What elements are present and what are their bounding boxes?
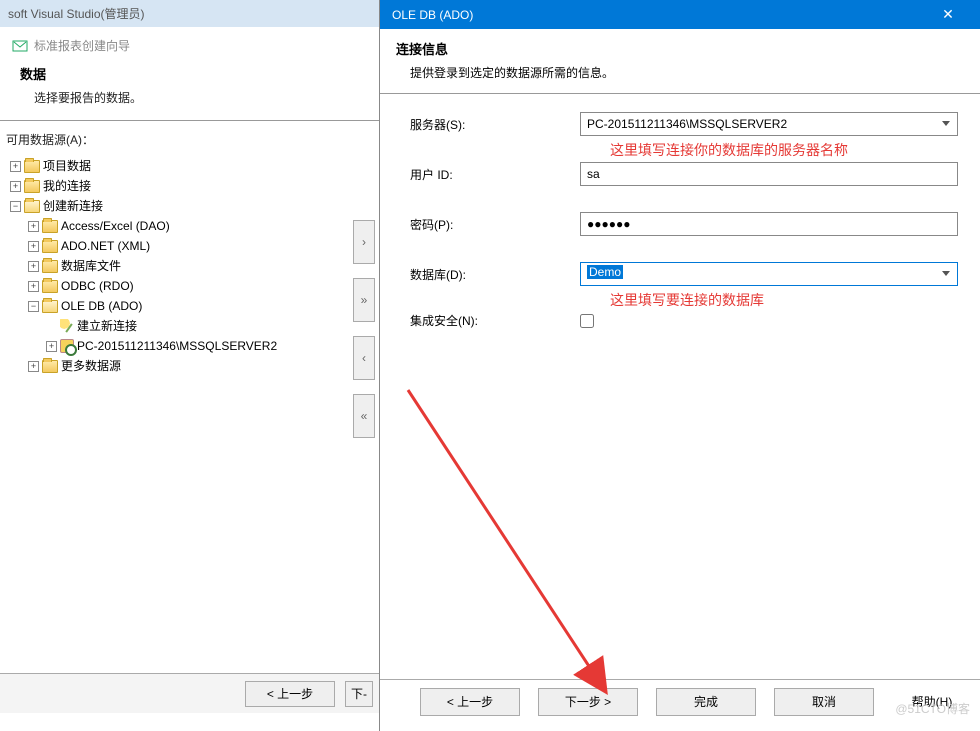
tree-label-text: 数据库文件: [61, 256, 121, 276]
vs-titlebar: soft Visual Studio(管理员): [0, 0, 379, 27]
tree-label-text: PC-201511211346\MSSQLSERVER2: [77, 336, 277, 356]
collapse-icon[interactable]: −: [10, 201, 21, 212]
collapse-icon[interactable]: −: [28, 301, 39, 312]
tree-node-dbfile[interactable]: + 数据库文件: [28, 256, 375, 276]
folder-icon: [42, 240, 58, 253]
tree-label-text: OLE DB (ADO): [61, 296, 142, 316]
tree-node-odbc[interactable]: + ODBC (RDO): [28, 276, 375, 296]
folder-icon: [42, 280, 58, 293]
wand-icon: [60, 319, 74, 333]
dialog-title: OLE DB (ADO): [392, 8, 473, 22]
folder-open-icon: [24, 200, 40, 213]
move-all-left-button[interactable]: «: [353, 394, 375, 438]
tree-label: 可用数据源(A)：: [0, 121, 379, 154]
label-integrated: 集成安全(N):: [410, 312, 580, 329]
hint-database: 这里填写要连接的数据库: [610, 290, 764, 310]
database-combo[interactable]: Demo: [580, 262, 958, 286]
tree-label-text: 创建新连接: [43, 196, 103, 216]
dialog-titlebar[interactable]: OLE DB (ADO) ✕: [380, 0, 980, 29]
tree-label-text: ADO.NET (XML): [61, 236, 150, 256]
folder-icon: [24, 160, 40, 173]
expand-icon[interactable]: +: [28, 281, 39, 292]
connection-form: 服务器(S): 这里填写连接你的数据库的服务器名称 用户 ID: 密码(P): …: [380, 94, 980, 329]
tree-node-adonet[interactable]: + ADO.NET (XML): [28, 236, 375, 256]
dlg-finish-button[interactable]: 完成: [656, 688, 756, 716]
tree-label-text: 我的连接: [43, 176, 91, 196]
prev-button[interactable]: < 上一步: [245, 681, 335, 707]
tree-label-text: Access/Excel (DAO): [61, 216, 170, 236]
folder-icon: [42, 360, 58, 373]
label-password: 密码(P):: [410, 216, 580, 233]
wizard-header: 标准报表创建向导: [0, 27, 379, 58]
expand-icon[interactable]: +: [28, 221, 39, 232]
user-input[interactable]: [580, 162, 958, 186]
tree-node-newlink[interactable]: 建立新连接: [46, 316, 375, 336]
folder-icon: [42, 260, 58, 273]
tree-label-text: 项目数据: [43, 156, 91, 176]
tree-node-server[interactable]: + PC-201511211346\MSSQLSERVER2: [46, 336, 375, 356]
tree-node-oledb[interactable]: − OLE DB (ADO): [28, 296, 375, 316]
dialog-heading: 连接信息: [396, 39, 964, 58]
tree-label-text: 更多数据源: [61, 356, 121, 376]
tree-node-myconn[interactable]: + 我的连接: [10, 176, 375, 196]
expand-icon[interactable]: +: [28, 361, 39, 372]
tree-node-newconn[interactable]: − 创建新连接: [10, 196, 375, 216]
wizard-subheader: 数据 选择要报告的数据。: [0, 58, 379, 108]
server-combo[interactable]: [580, 112, 958, 136]
tree-label-text: 建立新连接: [77, 316, 137, 336]
row-user: 用户 ID:: [410, 162, 958, 186]
oledb-dialog: OLE DB (ADO) ✕ 连接信息 提供登录到选定的数据源所需的信息。 服务…: [380, 0, 980, 731]
move-all-right-button[interactable]: »: [353, 278, 375, 322]
expand-icon[interactable]: +: [10, 161, 21, 172]
next-button-partial[interactable]: 下-: [345, 681, 373, 707]
wizard-desc: 选择要报告的数据。: [34, 89, 359, 106]
tree-node-project[interactable]: + 项目数据: [10, 156, 375, 176]
server-icon: [60, 339, 74, 353]
tree-node-access[interactable]: + Access/Excel (DAO): [28, 216, 375, 236]
wizard-buttons: < 上一步 下-: [0, 673, 379, 713]
database-selected: Demo: [587, 265, 623, 279]
folder-icon: [24, 180, 40, 193]
label-database: 数据库(D):: [410, 266, 580, 283]
dlg-cancel-button[interactable]: 取消: [774, 688, 874, 716]
move-right-button[interactable]: ›: [353, 220, 375, 264]
wizard-section: 数据: [20, 64, 359, 83]
close-icon[interactable]: ✕: [928, 6, 968, 23]
folder-open-icon: [42, 300, 58, 313]
row-password: 密码(P):: [410, 212, 958, 236]
label-user: 用户 ID:: [410, 166, 580, 183]
dialog-header: 连接信息 提供登录到选定的数据源所需的信息。: [380, 29, 980, 85]
dialog-buttons: < 上一步 下一步 > 完成 取消 帮助(H): [380, 679, 980, 723]
move-left-button[interactable]: ‹: [353, 336, 375, 380]
row-server: 服务器(S): 这里填写连接你的数据库的服务器名称: [410, 112, 958, 136]
folder-icon: [42, 220, 58, 233]
watermark: @51CTO博客: [895, 700, 970, 717]
expand-icon[interactable]: +: [28, 261, 39, 272]
integrated-checkbox[interactable]: [580, 314, 594, 328]
hint-server: 这里填写连接你的数据库的服务器名称: [610, 140, 848, 160]
tree-node-more[interactable]: + 更多数据源: [28, 356, 375, 376]
wizard-window: soft Visual Studio(管理员) 标准报表创建向导 数据 选择要报…: [0, 0, 380, 731]
wizard-icon: [12, 38, 28, 54]
nav-arrows: › » ‹ «: [353, 220, 375, 438]
dlg-next-button[interactable]: 下一步 >: [538, 688, 638, 716]
expand-icon[interactable]: +: [28, 241, 39, 252]
wizard-title: 标准报表创建向导: [34, 37, 130, 54]
row-integrated: 集成安全(N):: [410, 312, 958, 329]
dlg-prev-button[interactable]: < 上一步: [420, 688, 520, 716]
tree-label-text: ODBC (RDO): [61, 276, 134, 296]
label-server: 服务器(S):: [410, 116, 580, 133]
expand-icon[interactable]: +: [46, 341, 57, 352]
row-database: 数据库(D): Demo 这里填写要连接的数据库: [410, 262, 958, 286]
dialog-desc: 提供登录到选定的数据源所需的信息。: [410, 64, 964, 81]
datasource-tree[interactable]: + 项目数据 + 我的连接 − 创建新连接 + Access/Excel (DAO) +…: [0, 154, 379, 380]
expand-icon[interactable]: +: [10, 181, 21, 192]
password-input[interactable]: [580, 212, 958, 236]
